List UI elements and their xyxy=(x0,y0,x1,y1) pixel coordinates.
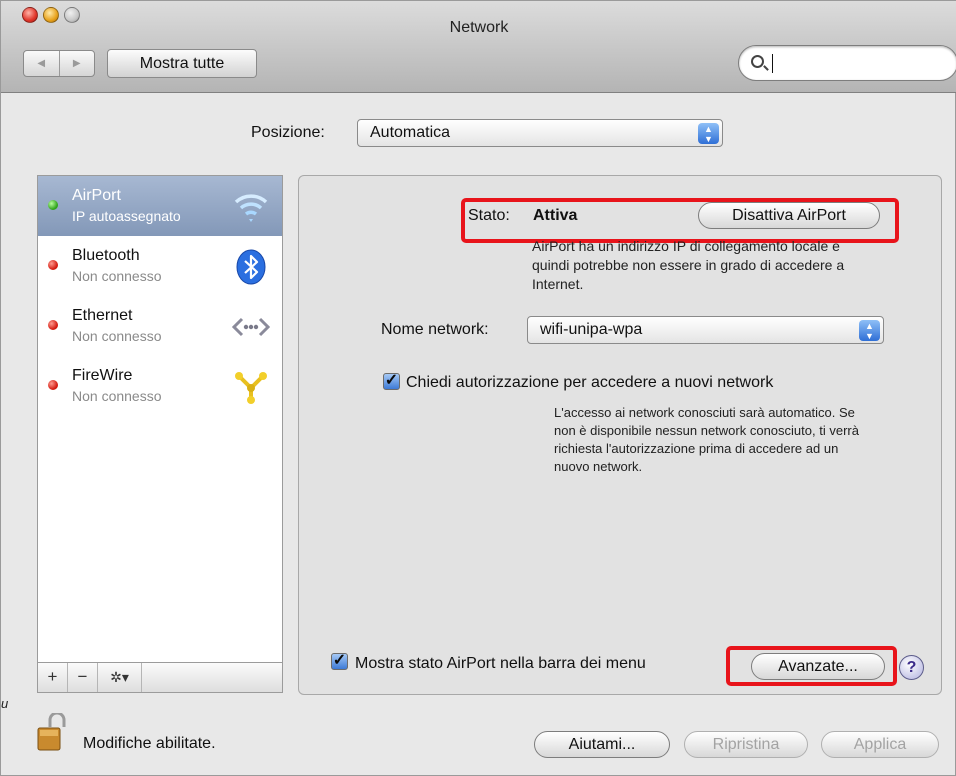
service-status: Non connesso xyxy=(72,268,162,284)
remove-service-button[interactable]: − xyxy=(68,663,98,692)
revert-button[interactable]: Ripristina xyxy=(684,731,808,758)
status-indicator-red-icon xyxy=(48,380,58,390)
ask-to-join-info-text: L'accesso ai network conosciuti sarà aut… xyxy=(554,405,859,474)
text-cursor xyxy=(772,54,773,73)
lock-icon[interactable] xyxy=(37,713,67,751)
network-name-popup[interactable]: wifi-unipa-wpa ▲ ▼ xyxy=(527,316,884,344)
status-info-text: AirPort ha un indirizzo IP di collegamen… xyxy=(532,238,845,292)
stray-text: u xyxy=(1,696,9,711)
status-indicator-red-icon xyxy=(48,260,58,270)
service-status: Non connesso xyxy=(72,328,162,344)
service-item-ethernet[interactable]: Ethernet Non connesso xyxy=(38,296,282,356)
help-button[interactable]: ? xyxy=(899,655,924,680)
wifi-icon xyxy=(234,194,268,222)
service-item-airport[interactable]: AirPort IP autoassegnato xyxy=(38,176,282,236)
highlight-box xyxy=(726,646,897,686)
popup-arrows-icon: ▲ ▼ xyxy=(698,123,719,144)
forward-arrow-icon[interactable]: ▶ xyxy=(60,51,95,76)
service-list-toolbar: + − ✲▾ xyxy=(37,663,283,693)
service-name: FireWire xyxy=(72,367,133,384)
back-forward-control: ◀ ▶ xyxy=(23,50,95,77)
show-menu-status-checkbox[interactable]: ✓ xyxy=(331,653,348,670)
apply-button[interactable]: Applica xyxy=(821,731,939,758)
status-indicator-red-icon xyxy=(48,320,58,330)
location-label: Posizione: xyxy=(251,124,325,141)
service-status: Non connesso xyxy=(72,388,162,404)
assist-me-button[interactable]: Aiutami... xyxy=(534,731,670,758)
service-name: AirPort xyxy=(72,187,121,204)
network-preferences-window: Network ◀ ▶ Mostra tutte Posizione: Auto… xyxy=(0,0,956,776)
gear-menu-button[interactable]: ✲▾ xyxy=(98,663,142,692)
service-item-bluetooth[interactable]: Bluetooth Non connesso xyxy=(38,236,282,296)
popup-arrows-icon: ▲ ▼ xyxy=(859,320,880,341)
show-menu-status-label[interactable]: Mostra stato AirPort nella barra dei men… xyxy=(355,655,646,673)
title-bar: Network ◀ ▶ Mostra tutte xyxy=(1,1,956,93)
lock-status-text: Modifiche abilitate. xyxy=(83,735,216,752)
bluetooth-icon xyxy=(236,249,266,285)
ask-to-join-label[interactable]: Chiedi autorizzazione per accedere a nuo… xyxy=(406,374,773,392)
network-name-label: Nome network: xyxy=(381,321,489,338)
window-title: Network xyxy=(449,19,509,36)
network-name-value: wifi-unipa-wpa xyxy=(540,321,643,338)
add-service-button[interactable]: + xyxy=(38,663,68,692)
location-value: Automatica xyxy=(370,124,451,141)
service-name: Bluetooth xyxy=(72,247,140,264)
ask-to-join-checkbox[interactable]: ✓ xyxy=(383,373,400,390)
service-item-firewire[interactable]: FireWire Non connesso xyxy=(38,356,282,416)
ethernet-icon xyxy=(232,317,270,337)
service-name: Ethernet xyxy=(72,307,133,324)
search-icon xyxy=(751,55,764,68)
back-arrow-icon[interactable]: ◀ xyxy=(24,51,60,76)
location-popup[interactable]: Automatica ▲ ▼ xyxy=(357,119,723,147)
service-status: IP autoassegnato xyxy=(72,208,181,224)
status-indicator-green-icon xyxy=(48,200,58,210)
show-all-button[interactable]: Mostra tutte xyxy=(107,49,257,78)
service-list: AirPort IP autoassegnato Bluetooth Non c… xyxy=(37,175,283,663)
firewire-icon xyxy=(235,372,267,404)
search-field[interactable] xyxy=(738,45,956,81)
